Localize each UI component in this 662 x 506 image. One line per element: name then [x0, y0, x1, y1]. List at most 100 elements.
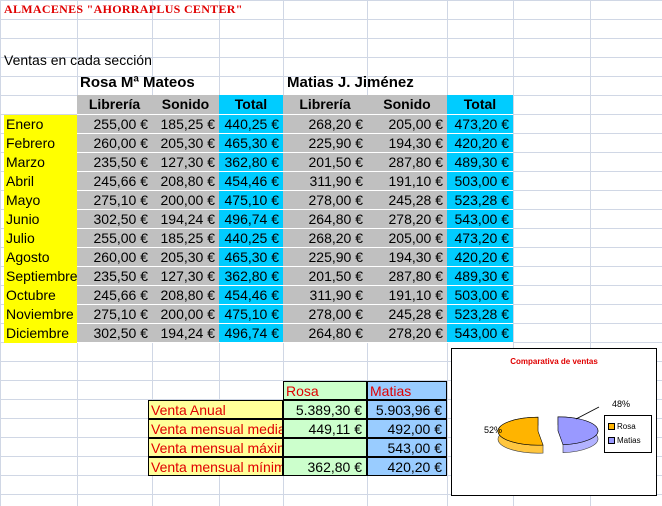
- month-cell[interactable]: Julio: [4, 229, 77, 248]
- pie-chart[interactable]: Comparativa de ventas 52% 48% Rosa Matia…: [451, 348, 657, 496]
- value-cell[interactable]: 205,00 €: [367, 229, 447, 248]
- month-cell[interactable]: Enero: [4, 115, 77, 134]
- value-cell[interactable]: 503,00 €: [447, 286, 513, 305]
- value-cell[interactable]: 302,50 €: [77, 210, 152, 229]
- value-cell[interactable]: 235,50 €: [77, 153, 152, 172]
- value-cell[interactable]: 465,30 €: [219, 248, 283, 267]
- value-cell[interactable]: 260,00 €: [77, 134, 152, 153]
- value-cell[interactable]: 454,46 €: [219, 286, 283, 305]
- person-header-rosa[interactable]: Rosa Mª Mateos: [80, 73, 220, 92]
- month-cell[interactable]: Diciembre: [4, 324, 77, 343]
- summary-value-matias[interactable]: 543,00 €: [367, 438, 447, 457]
- value-cell[interactable]: 245,28 €: [367, 305, 447, 324]
- value-cell[interactable]: 475,10 €: [219, 305, 283, 324]
- value-cell[interactable]: 278,00 €: [283, 191, 367, 210]
- value-cell[interactable]: 255,00 €: [77, 115, 152, 134]
- month-cell[interactable]: Octubre: [4, 286, 77, 305]
- summary-header-matias[interactable]: Matias: [367, 381, 447, 400]
- value-cell[interactable]: 264,80 €: [283, 324, 367, 343]
- month-cell[interactable]: Mayo: [4, 191, 77, 210]
- value-cell[interactable]: 311,90 €: [283, 286, 367, 305]
- value-cell[interactable]: 278,00 €: [283, 305, 367, 324]
- summary-value-rosa[interactable]: 449,11 €: [283, 419, 367, 438]
- column-header[interactable]: Sonido: [152, 95, 219, 115]
- value-cell[interactable]: 225,90 €: [283, 248, 367, 267]
- column-header[interactable]: Total: [447, 95, 513, 115]
- value-cell[interactable]: 311,90 €: [283, 172, 367, 191]
- value-cell[interactable]: 235,50 €: [77, 267, 152, 286]
- value-cell[interactable]: 275,10 €: [77, 305, 152, 324]
- summary-label[interactable]: Venta mensual mínima: [148, 457, 283, 476]
- value-cell[interactable]: 475,10 €: [219, 191, 283, 210]
- value-cell[interactable]: 191,10 €: [367, 172, 447, 191]
- value-cell[interactable]: 503,00 €: [447, 172, 513, 191]
- value-cell[interactable]: 278,20 €: [367, 324, 447, 343]
- value-cell[interactable]: 127,30 €: [152, 153, 219, 172]
- value-cell[interactable]: 496,74 €: [219, 324, 283, 343]
- value-cell[interactable]: 465,30 €: [219, 134, 283, 153]
- value-cell[interactable]: 420,20 €: [447, 248, 513, 267]
- value-cell[interactable]: 420,20 €: [447, 134, 513, 153]
- month-cell[interactable]: Abril: [4, 172, 77, 191]
- value-cell[interactable]: 496,74 €: [219, 210, 283, 229]
- value-cell[interactable]: 523,28 €: [447, 191, 513, 210]
- value-cell[interactable]: 205,00 €: [367, 115, 447, 134]
- month-cell[interactable]: Febrero: [4, 134, 77, 153]
- value-cell[interactable]: 268,20 €: [283, 115, 367, 134]
- value-cell[interactable]: 362,80 €: [219, 153, 283, 172]
- value-cell[interactable]: 205,30 €: [152, 248, 219, 267]
- value-cell[interactable]: 287,80 €: [367, 267, 447, 286]
- value-cell[interactable]: 473,20 €: [447, 115, 513, 134]
- value-cell[interactable]: 208,80 €: [152, 172, 219, 191]
- value-cell[interactable]: 185,25 €: [152, 115, 219, 134]
- summary-label[interactable]: Venta mensual máxima: [148, 438, 283, 457]
- summary-value-matias[interactable]: 420,20 €: [367, 457, 447, 476]
- value-cell[interactable]: 489,30 €: [447, 267, 513, 286]
- value-cell[interactable]: 225,90 €: [283, 134, 367, 153]
- value-cell[interactable]: 208,80 €: [152, 286, 219, 305]
- value-cell[interactable]: 255,00 €: [77, 229, 152, 248]
- value-cell[interactable]: 194,24 €: [152, 210, 219, 229]
- value-cell[interactable]: 185,25 €: [152, 229, 219, 248]
- value-cell[interactable]: 543,00 €: [447, 210, 513, 229]
- value-cell[interactable]: 194,24 €: [152, 324, 219, 343]
- value-cell[interactable]: 268,20 €: [283, 229, 367, 248]
- summary-label[interactable]: Venta Anual: [148, 400, 283, 419]
- value-cell[interactable]: 264,80 €: [283, 210, 367, 229]
- column-header[interactable]: Librería: [77, 95, 152, 115]
- value-cell[interactable]: 260,00 €: [77, 248, 152, 267]
- column-header[interactable]: Total: [219, 95, 283, 115]
- value-cell[interactable]: 275,10 €: [77, 191, 152, 210]
- value-cell[interactable]: 191,10 €: [367, 286, 447, 305]
- value-cell[interactable]: 245,66 €: [77, 172, 152, 191]
- value-cell[interactable]: 205,30 €: [152, 134, 219, 153]
- value-cell[interactable]: 245,28 €: [367, 191, 447, 210]
- column-header[interactable]: Sonido: [367, 95, 447, 115]
- month-cell[interactable]: Noviembre: [4, 305, 77, 324]
- value-cell[interactable]: 200,00 €: [152, 191, 219, 210]
- sheet-title[interactable]: ALMACENES "AHORRAPLUS CENTER": [4, 2, 243, 17]
- sheet-subtitle[interactable]: Ventas en cada sección: [4, 52, 152, 68]
- value-cell[interactable]: 543,00 €: [447, 324, 513, 343]
- value-cell[interactable]: 245,66 €: [77, 286, 152, 305]
- value-cell[interactable]: 454,46 €: [219, 172, 283, 191]
- value-cell[interactable]: 278,20 €: [367, 210, 447, 229]
- month-cell[interactable]: Agosto: [4, 248, 77, 267]
- summary-value-matias[interactable]: 492,00 €: [367, 419, 447, 438]
- value-cell[interactable]: 440,25 €: [219, 229, 283, 248]
- month-cell[interactable]: Junio: [4, 210, 77, 229]
- summary-value-matias[interactable]: 5.903,96 €: [367, 400, 447, 419]
- column-header[interactable]: Librería: [283, 95, 367, 115]
- value-cell[interactable]: 201,50 €: [283, 267, 367, 286]
- value-cell[interactable]: 287,80 €: [367, 153, 447, 172]
- month-cell[interactable]: Septiembre: [4, 267, 77, 286]
- value-cell[interactable]: 200,00 €: [152, 305, 219, 324]
- value-cell[interactable]: 362,80 €: [219, 267, 283, 286]
- value-cell[interactable]: 194,30 €: [367, 248, 447, 267]
- person-header-matias[interactable]: Matias J. Jiménez: [287, 73, 447, 92]
- month-cell[interactable]: Marzo: [4, 153, 77, 172]
- summary-header-rosa[interactable]: Rosa: [283, 381, 367, 400]
- summary-value-rosa[interactable]: [283, 438, 367, 457]
- summary-label[interactable]: Venta mensual media: [148, 419, 283, 438]
- summary-value-rosa[interactable]: 362,80 €: [283, 457, 367, 476]
